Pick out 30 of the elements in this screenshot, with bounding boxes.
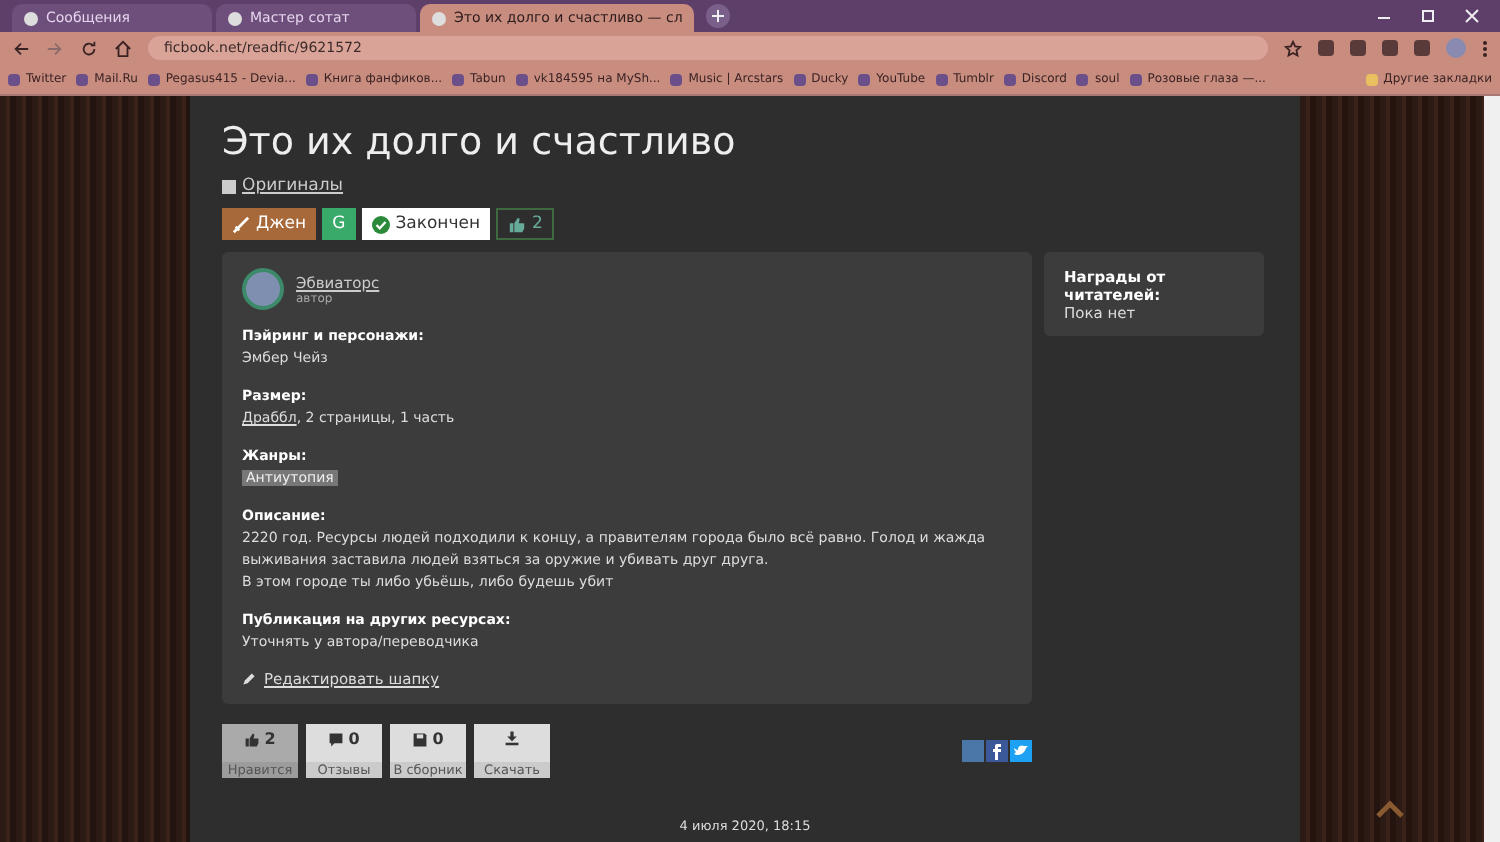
status-badge[interactable]: Закончен xyxy=(361,208,491,240)
close-icon[interactable] xyxy=(1464,8,1480,24)
sword-icon xyxy=(232,215,250,233)
book-icon xyxy=(222,179,236,193)
fic-title: Это их долго и счастливо xyxy=(222,120,738,164)
reload-icon[interactable] xyxy=(80,39,98,57)
rating-badge[interactable]: G xyxy=(322,208,356,240)
new-tab-icon[interactable] xyxy=(706,4,731,28)
favicon-icon xyxy=(228,11,242,25)
fandom-link[interactable]: Оригиналы xyxy=(242,176,344,196)
likes-badge[interactable]: 2 xyxy=(496,208,555,240)
back-icon[interactable] xyxy=(12,39,30,57)
direction-badge[interactable]: Джен xyxy=(222,208,317,240)
home-icon[interactable] xyxy=(114,39,132,57)
comment-icon xyxy=(328,731,345,747)
restore-icon[interactable] xyxy=(1420,8,1436,24)
check-icon xyxy=(371,215,390,233)
thumbs-up-icon xyxy=(508,215,527,233)
twitter-share-icon[interactable] xyxy=(1010,740,1032,762)
download-icon xyxy=(504,730,520,746)
avatar xyxy=(242,268,284,310)
pencil-icon xyxy=(242,672,256,686)
favicon-icon xyxy=(24,11,38,25)
favicon-icon xyxy=(432,11,446,25)
menu-icon[interactable] xyxy=(1482,39,1488,57)
scroll-up-icon[interactable] xyxy=(1376,800,1404,818)
star-icon[interactable] xyxy=(1284,39,1302,57)
facebook-share-icon[interactable] xyxy=(986,740,1008,762)
thumbs-up-icon xyxy=(244,731,261,747)
scrollbar[interactable] xyxy=(1484,96,1500,842)
